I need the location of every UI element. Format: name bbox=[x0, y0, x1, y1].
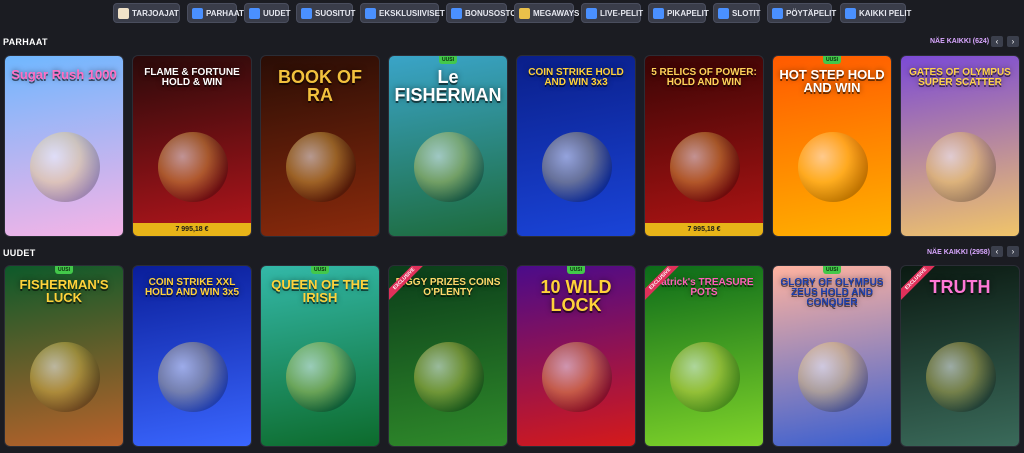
game-card[interactable]: Sugar Rush 1000 bbox=[4, 55, 124, 237]
jackpot-amount: 7 995,18 € bbox=[645, 223, 763, 236]
game-card[interactable]: HOT STEP HOLD AND WIN UUSI bbox=[772, 55, 892, 237]
game-title: QUEEN OF THE IRISH bbox=[271, 277, 369, 305]
slots-icon bbox=[718, 7, 729, 19]
game-title: COIN STRIKE HOLD AND WIN 3x3 bbox=[528, 67, 624, 88]
nav-chip-megaways[interactable]: MEGAWAYS bbox=[514, 3, 579, 23]
prev-arrow-new[interactable]: ‹ bbox=[991, 246, 1003, 257]
section-title-best: PARHAAT bbox=[3, 37, 48, 47]
game-art bbox=[414, 132, 484, 203]
prev-arrow-best[interactable]: ‹ bbox=[991, 36, 1003, 47]
game-title: FISHERMAN'S LUCK bbox=[19, 277, 109, 305]
game-card[interactable]: GLORY OF OLYMPUS ZEUS HOLD AND CONQUER UU… bbox=[772, 265, 892, 447]
nav-chip-label: SLOTIT bbox=[732, 8, 761, 18]
game-title: 5 RELICS OF POWER: HOLD AND WIN bbox=[651, 67, 757, 88]
game-art bbox=[30, 132, 100, 203]
next-arrow-new[interactable]: › bbox=[1007, 246, 1019, 257]
nav-chip-label: PARHAAT bbox=[206, 8, 244, 18]
game-title: 10 WILD LOCK bbox=[540, 277, 612, 315]
game-title: COIN STRIKE XXL HOLD AND WIN 3x5 bbox=[144, 277, 240, 298]
star-icon bbox=[192, 7, 203, 19]
game-title: GLORY OF OLYMPUS ZEUS HOLD AND CONQUER bbox=[780, 277, 884, 308]
new-badge: UUSI bbox=[567, 266, 585, 274]
nav-chip-label: MEGAWAYS bbox=[533, 8, 580, 18]
game-card[interactable]: Le FISHERMAN UUSI bbox=[388, 55, 508, 237]
game-title: Sugar Rush 1000 bbox=[11, 67, 117, 82]
nav-chip-uudet[interactable]: UUDET bbox=[244, 3, 291, 23]
game-card[interactable]: FLAME & FORTUNE HOLD & WIN 7 995,18 € bbox=[132, 55, 252, 237]
flame-icon bbox=[301, 7, 312, 19]
game-card[interactable]: 5 RELICS OF POWER: HOLD AND WIN 7 995,18 … bbox=[644, 55, 764, 237]
view-all-new-link[interactable]: NÄE KAIKKI (2958) bbox=[927, 249, 990, 256]
nav-chip-pöytäpelit[interactable]: PÖYTÄPELIT bbox=[767, 3, 836, 23]
nav-chip-label: TARJOAJAT bbox=[132, 8, 179, 18]
game-title: HOT STEP HOLD AND WIN bbox=[779, 67, 885, 95]
next-arrow-best[interactable]: › bbox=[1007, 36, 1019, 47]
new-badge: UUSI bbox=[55, 266, 73, 274]
nav-chip-pikapelit[interactable]: PIKAPELIT bbox=[648, 3, 709, 23]
nav-chip-label: KAIKKI PELIT bbox=[859, 8, 912, 18]
nav-chip-label: BONUSOSTO bbox=[465, 8, 517, 18]
nav-chip-bonusosto[interactable]: BONUSOSTO bbox=[446, 3, 516, 23]
nav-chip-label: LIVE-PELIT bbox=[600, 8, 644, 18]
nav-chip-label: SUOSITUT bbox=[315, 8, 356, 18]
nav-chip-label: UUDET bbox=[263, 8, 291, 18]
gamepad-icon bbox=[653, 7, 664, 19]
game-art bbox=[670, 132, 740, 203]
game-art bbox=[542, 342, 612, 413]
game-card[interactable]: PIGGY PRIZES COINS O'PLENTY EXCLUSIVE bbox=[388, 265, 508, 447]
game-art bbox=[926, 132, 996, 203]
rocket-icon bbox=[845, 7, 856, 19]
game-card[interactable]: BOOK OF RA bbox=[260, 55, 380, 237]
section-title-new: UUDET bbox=[3, 248, 36, 258]
nav-chip-label: PIKAPELIT bbox=[667, 8, 709, 18]
game-art bbox=[286, 342, 356, 413]
game-art bbox=[30, 342, 100, 413]
megaways-icon bbox=[519, 7, 530, 19]
game-art bbox=[414, 342, 484, 413]
game-title: Le FISHERMAN bbox=[394, 67, 502, 105]
nav-chip-label: PÖYTÄPELIT bbox=[786, 8, 837, 18]
new-badge: UUSI bbox=[823, 266, 841, 274]
nav-chip-live-pelit[interactable]: LIVE-PELIT bbox=[581, 3, 644, 23]
new-badge: UUSI bbox=[311, 266, 329, 274]
diamond-icon bbox=[365, 7, 376, 19]
live-icon bbox=[586, 7, 597, 19]
game-card[interactable]: Patrick's TREASURE POTS EXCLUSIVE bbox=[644, 265, 764, 447]
game-card[interactable]: QUEEN OF THE IRISH UUSI bbox=[260, 265, 380, 447]
game-art bbox=[542, 132, 612, 203]
game-title: GATES OF OLYMPUS SUPER SCATTER bbox=[909, 67, 1011, 88]
category-nav: TARJOAJAT PARHAAT UUDET SUOSITUT EKSKLUSIIVI… bbox=[0, 0, 1024, 28]
game-art bbox=[158, 132, 228, 203]
gift-icon bbox=[451, 7, 462, 19]
nav-chip-suositut[interactable]: SUOSITUT bbox=[296, 3, 356, 23]
game-title: FLAME & FORTUNE HOLD & WIN bbox=[144, 67, 240, 88]
game-card[interactable]: 10 WILD LOCK UUSI bbox=[516, 265, 636, 447]
game-art bbox=[798, 132, 868, 203]
cards-icon bbox=[772, 7, 783, 19]
new-badge: UUSI bbox=[823, 56, 841, 64]
nav-chip-tarjoajat[interactable]: TARJOAJAT bbox=[113, 3, 180, 23]
lightning-icon bbox=[249, 7, 260, 19]
game-title: BOOK OF RA bbox=[278, 67, 362, 105]
game-art bbox=[670, 342, 740, 413]
game-card[interactable]: COIN STRIKE XXL HOLD AND WIN 3x5 bbox=[132, 265, 252, 447]
game-art bbox=[926, 342, 996, 413]
view-all-best-link[interactable]: NÄE KAIKKI (624) bbox=[930, 38, 989, 45]
game-card[interactable]: GATES OF OLYMPUS SUPER SCATTER bbox=[900, 55, 1020, 237]
nav-chip-kaikki-pelit[interactable]: KAIKKI PELIT bbox=[840, 3, 911, 23]
nav-chip-label: EKSKLUSIIVISET bbox=[379, 8, 445, 18]
nav-chip-eksklusiiviset[interactable]: EKSKLUSIIVISET bbox=[360, 3, 445, 23]
provider-icon bbox=[118, 7, 129, 19]
game-art bbox=[158, 342, 228, 413]
game-art bbox=[286, 132, 356, 203]
jackpot-amount: 7 995,18 € bbox=[133, 223, 251, 236]
game-art bbox=[798, 342, 868, 413]
game-card[interactable]: FISHERMAN'S LUCK UUSI bbox=[4, 265, 124, 447]
game-card[interactable]: TRUTH EXCLUSIVE bbox=[900, 265, 1020, 447]
nav-chip-slotit[interactable]: SLOTIT bbox=[713, 3, 760, 23]
nav-chip-parhaat[interactable]: PARHAAT bbox=[187, 3, 244, 23]
new-badge: UUSI bbox=[439, 56, 457, 64]
game-card[interactable]: COIN STRIKE HOLD AND WIN 3x3 bbox=[516, 55, 636, 237]
